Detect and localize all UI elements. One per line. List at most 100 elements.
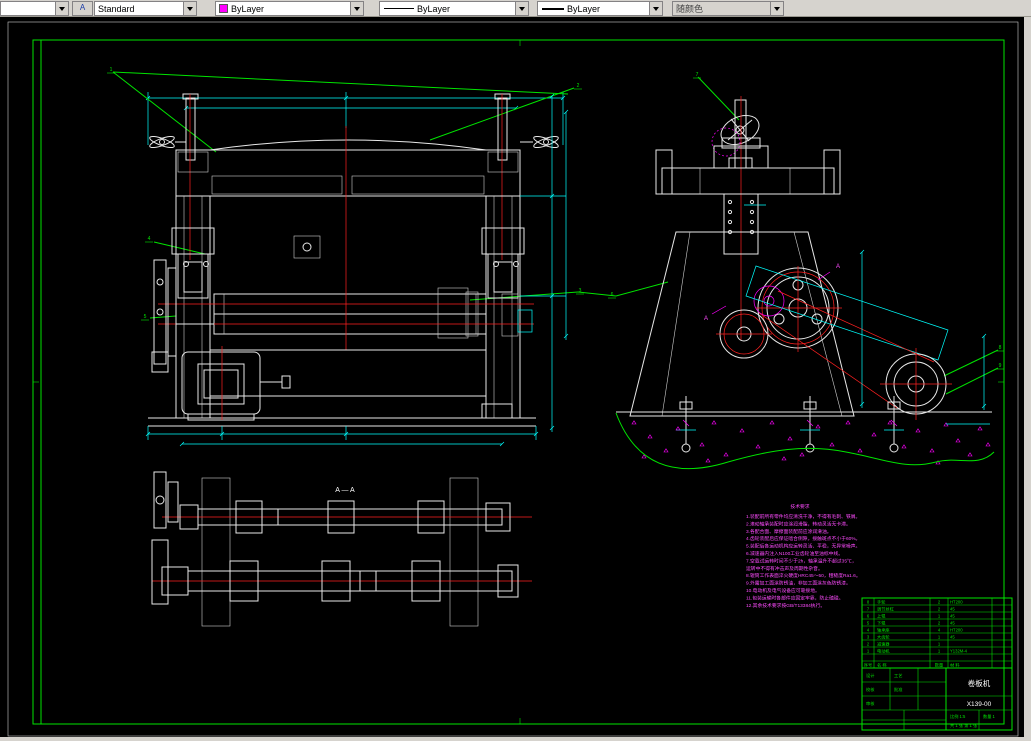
bom-cell: 2 <box>867 642 870 647</box>
note-line: 11.包装运输时各部件应固定牢靠，防止磕碰。 <box>746 594 843 601</box>
bom-cell: 2 <box>938 607 941 612</box>
chevron-down-icon[interactable] <box>183 2 196 15</box>
label-process: 工艺 <box>894 673 902 678</box>
label-scale: 比例 1:5 <box>950 713 966 720</box>
note-line: 8.辊筒工作表面淬火硬度HRC45～50，粗糙度Ra1.6。 <box>746 572 861 579</box>
bom-cell: 1 <box>938 642 941 647</box>
callout-number: 9 <box>999 363 1002 369</box>
drawing-number: X139-00 <box>967 701 992 708</box>
bom-cell: 45 <box>950 621 955 626</box>
color-swatch-magenta <box>219 4 228 13</box>
bom-cell: 45 <box>950 635 955 640</box>
bom-cell: 1 <box>867 649 870 654</box>
chevron-down-icon[interactable] <box>55 2 68 15</box>
color-combo-value: ByLayer <box>228 4 350 14</box>
note-line: 2.滚动轴承装配时应涂润滑脂，转动灵活无卡滞。 <box>746 520 851 527</box>
callout-number: 8 <box>999 345 1002 351</box>
notes-block: 技术要求 1.装配前所有零件均应清洗干净，不得有毛刺、铁屑。 2.滚动轴承装配时… <box>746 503 861 609</box>
bom-cell: 下辊 <box>877 620 886 627</box>
plotstyle-combo-value: 随颜色 <box>673 2 770 15</box>
callout-number: 4 <box>148 236 151 242</box>
lineweight-sample-icon <box>542 8 564 10</box>
cad-application-window: A Standard ByLayer ByLayer ByLayer 随颜色 <box>0 0 1031 741</box>
right-edge-strip <box>1024 17 1031 741</box>
bom-cell: 8 <box>867 600 870 605</box>
linetype-sample-icon <box>384 8 414 9</box>
right-handwheel <box>520 134 559 149</box>
callout-number: 3 <box>579 288 582 294</box>
title-block: 8 手轮 2 HT200 7 调节丝杠 2 45 6 上辊 1 45 5 下辊 … <box>862 598 1012 730</box>
style-combo[interactable]: Standard <box>94 1 197 16</box>
label-sheet: 共 1 张 第 1 张 <box>950 722 978 729</box>
style-combo-value: Standard <box>95 4 183 14</box>
bom-cell: 45 <box>950 614 955 619</box>
note-line: 4.齿轮装配后应保证啮合侧隙，接触斑点不小于60%。 <box>746 535 860 542</box>
anchor-bolts <box>676 396 904 452</box>
product-name: 卷板机 <box>968 678 991 688</box>
label-check: 校核 <box>866 686 875 693</box>
bom-cell: 6 <box>867 614 870 619</box>
drawing-canvas[interactable]: A — A <box>0 17 1024 737</box>
bom-header-cell: 名 称 <box>877 662 887 669</box>
bom-cell: 4 <box>867 628 870 633</box>
bom-cell: HT200 <box>950 600 963 605</box>
callout-number: 6 <box>611 292 614 298</box>
bom-cell: 1 <box>938 649 941 654</box>
note-line: 9.外露加工面涂防锈油，非加工面涂灰色防锈漆。 <box>746 580 851 587</box>
bom-cell: 大齿轮 <box>877 634 890 641</box>
color-combo[interactable]: ByLayer <box>215 1 364 16</box>
note-line: 7.空载试运转时间不少于2h，轴承温升不超过35℃， <box>746 557 857 564</box>
bottom-edge-strip <box>0 737 1031 741</box>
note-line: 运转中不得有冲击声及周期性杂音。 <box>746 565 823 572</box>
drawing-frame <box>33 40 1004 724</box>
bom-cell: 2 <box>938 621 941 626</box>
bom-header-cell: 序号 <box>864 662 872 669</box>
bom-cell: 上辊 <box>877 613 886 620</box>
callout-number: 7 <box>696 72 699 78</box>
left-handwheel <box>149 134 186 149</box>
bom-cell: 轴承座 <box>877 627 890 634</box>
bom-cell: 减速器 <box>877 641 890 648</box>
callout-number: 2 <box>577 83 580 89</box>
linetype-combo[interactable]: ByLayer <box>379 1 529 16</box>
note-line: 1.装配前所有零件均应清洗干净，不得有毛刺、铁屑。 <box>746 513 860 520</box>
bom-cell: 3 <box>867 635 870 640</box>
bom-cell: 5 <box>867 621 870 626</box>
callout-number: 1 <box>110 67 113 73</box>
chevron-down-icon[interactable] <box>649 2 662 15</box>
lineweight-combo-value: ByLayer <box>564 4 649 14</box>
bom-cell: 1 <box>938 614 941 619</box>
plotstyle-combo: 随颜色 <box>672 1 784 16</box>
callout-number: 5 <box>144 314 147 320</box>
section-label: A — A <box>335 487 355 494</box>
note-line: 5.装配后各运动机构应运转灵活、平稳，无异常噪声。 <box>746 543 860 550</box>
side-view: A A <box>616 77 998 469</box>
motor-front <box>182 346 290 420</box>
bom-cell: 4 <box>938 628 941 633</box>
notes-title: 技术要求 <box>790 503 809 510</box>
chevron-down-icon[interactable] <box>515 2 528 15</box>
bom-header-cell: 数量 <box>935 662 943 669</box>
bom-cell: 1 <box>938 635 941 640</box>
text-style-icon[interactable]: A <box>72 1 93 16</box>
front-view <box>113 72 616 446</box>
bom-table: 8 手轮 2 HT200 7 调节丝杠 2 45 6 上辊 1 45 5 下辊 … <box>862 598 1012 669</box>
layer-combo[interactable] <box>0 1 69 16</box>
bom-cell: 7 <box>867 607 870 612</box>
label-design: 设计 <box>866 672 874 679</box>
bom-cell: 电动机 <box>877 648 890 655</box>
bom-cell: Y132M-4 <box>950 649 968 654</box>
bom-cell: HT200 <box>950 628 963 633</box>
label-approve: 批准 <box>894 686 902 693</box>
note-line: 6.减速器内注入N100工业齿轮油至油标中线。 <box>746 550 843 557</box>
section-cut-mark: A <box>836 264 840 270</box>
label-audit: 审核 <box>866 700 875 707</box>
side-handwheel <box>712 110 764 156</box>
properties-toolbar: A Standard ByLayer ByLayer ByLayer 随颜色 <box>0 0 1031 17</box>
bom-cell: 手轮 <box>877 599 886 606</box>
lineweight-combo[interactable]: ByLayer <box>537 1 663 16</box>
bom-header-cell: 材 料 <box>950 662 960 669</box>
chevron-down-icon[interactable] <box>350 2 363 15</box>
chevron-down-icon <box>770 2 783 15</box>
bom-cell: 调节丝杠 <box>877 606 894 613</box>
